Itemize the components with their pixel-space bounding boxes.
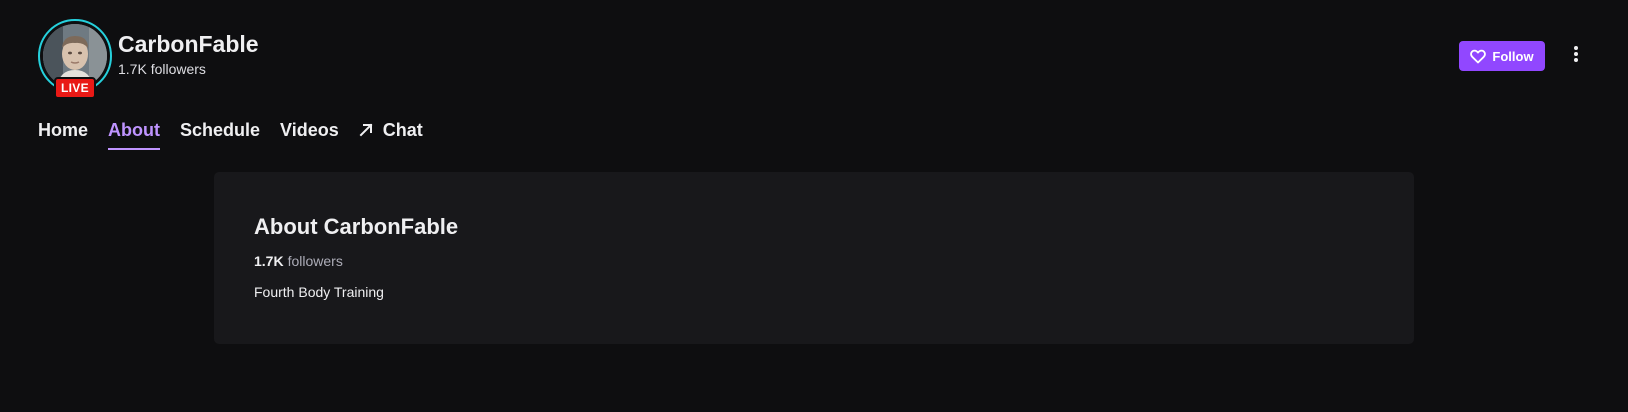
more-options-button[interactable] bbox=[1561, 41, 1591, 71]
about-description: Fourth Body Training bbox=[254, 284, 384, 300]
external-arrow-icon bbox=[359, 123, 373, 137]
tab-chat-label: Chat bbox=[382, 120, 423, 140]
tab-chat[interactable]: Chat bbox=[359, 118, 423, 150]
about-followers-label: followers bbox=[287, 253, 343, 269]
channel-header: LIVE CarbonFable 1.7K followers bbox=[38, 19, 259, 99]
about-panel: About CarbonFable 1.7K followers Fourth B… bbox=[214, 172, 1414, 344]
tab-videos[interactable]: Videos bbox=[280, 118, 339, 150]
channel-followers: 1.7K followers bbox=[118, 61, 206, 77]
follow-button[interactable]: Follow bbox=[1459, 41, 1545, 71]
live-badge: LIVE bbox=[54, 77, 96, 99]
avatar-container[interactable]: LIVE bbox=[38, 19, 112, 99]
about-title: About CarbonFable bbox=[254, 214, 459, 239]
heart-icon bbox=[1470, 49, 1487, 64]
tab-home[interactable]: Home bbox=[38, 118, 88, 150]
vertical-ellipsis-icon bbox=[1573, 45, 1579, 68]
channel-page: LIVE CarbonFable 1.7K followers Follow H… bbox=[0, 0, 1628, 412]
tab-about[interactable]: About bbox=[108, 118, 160, 150]
follow-label: Follow bbox=[1492, 48, 1534, 64]
channel-info: CarbonFable 1.7K followers bbox=[118, 31, 259, 77]
about-followers: 1.7K followers bbox=[254, 253, 343, 269]
tab-schedule[interactable]: Schedule bbox=[180, 118, 260, 150]
channel-name[interactable]: CarbonFable bbox=[118, 31, 259, 57]
about-followers-count: 1.7K bbox=[254, 253, 284, 269]
channel-tabs: Home About Schedule Videos Chat bbox=[38, 118, 443, 150]
